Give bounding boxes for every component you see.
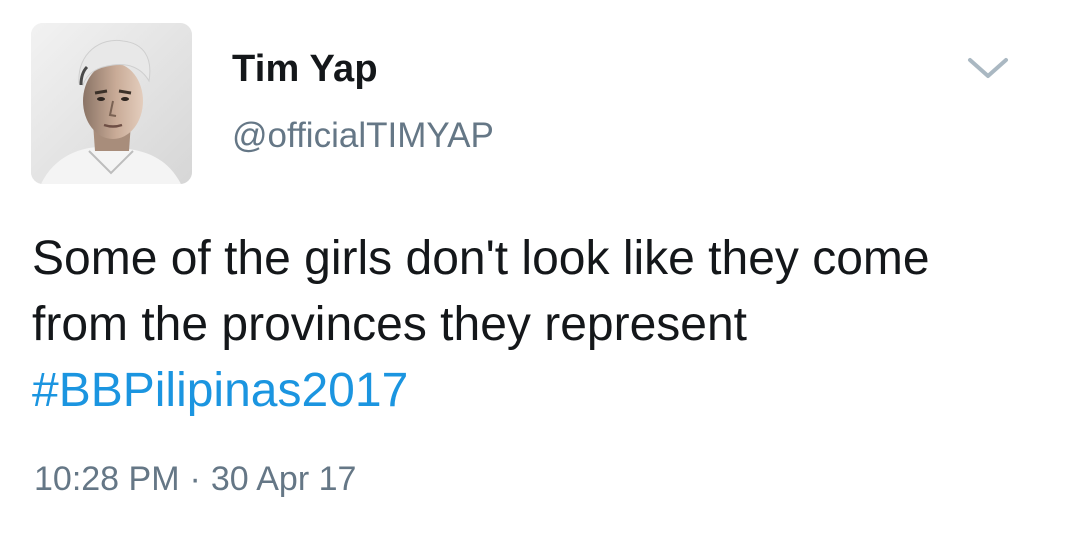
- hashtag-link[interactable]: #BBPilipinas2017: [32, 364, 408, 417]
- tweet-text: Some of the girls don't look like they c…: [32, 226, 1042, 424]
- avatar-portrait-icon: [31, 23, 192, 184]
- tweet-menu-button[interactable]: [966, 56, 1010, 80]
- tweet-card: Tim Yap @officialTIMYAP Some of the girl…: [0, 0, 1068, 541]
- tweet-time: 10:28 PM: [34, 460, 180, 498]
- author-display-name[interactable]: Tim Yap: [232, 48, 378, 91]
- timestamp-separator: ·: [189, 460, 201, 498]
- tweet-text-line: Some of the girls don't look like they c…: [32, 232, 930, 285]
- tweet-timestamp[interactable]: 10:28 PM · 30 Apr 17: [34, 460, 356, 499]
- tweet-text-line: from the provinces they represent: [32, 298, 748, 351]
- avatar[interactable]: [31, 23, 192, 184]
- tweet-date: 30 Apr 17: [210, 460, 357, 498]
- author-handle[interactable]: @officialTIMYAP: [232, 116, 494, 156]
- chevron-down-icon: [968, 58, 1008, 78]
